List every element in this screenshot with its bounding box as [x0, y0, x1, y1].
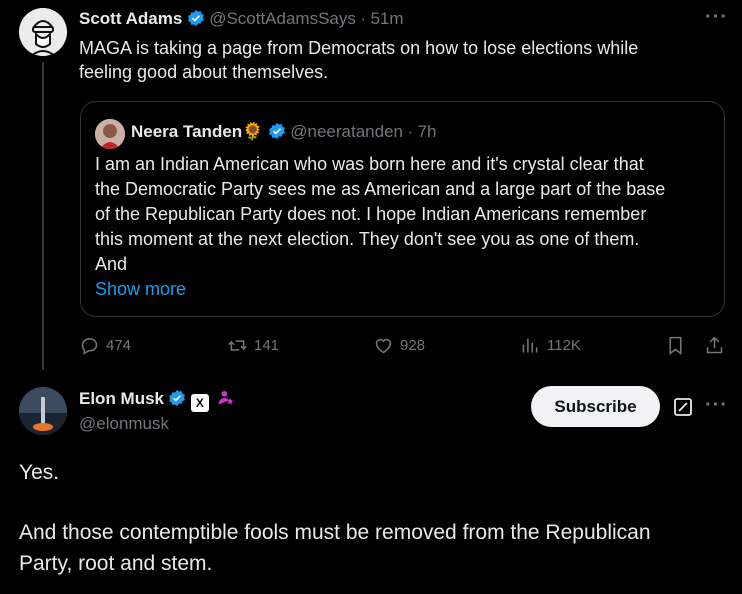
avatar-illustration	[19, 8, 67, 56]
show-more-link[interactable]: Show more	[95, 277, 715, 302]
views-icon	[522, 338, 538, 353]
verified-badge-icon	[169, 389, 186, 407]
bookmark-icon	[669, 336, 682, 355]
author-handle: @neeratanden	[290, 122, 403, 141]
share-button[interactable]	[704, 335, 725, 356]
quoted-text-line: the Democratic Party sees me as American…	[95, 179, 666, 199]
share-icon	[706, 336, 723, 354]
timestamp: 7h	[417, 122, 437, 141]
separator: ·	[360, 9, 367, 28]
verified-badge-icon	[268, 122, 285, 140]
more-icon[interactable]: ···	[705, 6, 728, 29]
author-name[interactable]: Elon Musk	[79, 389, 164, 408]
quoted-text-line: this moment at the next election. They d…	[95, 229, 640, 249]
tweet-text-line: feeling good about themselves.	[79, 62, 329, 82]
repost-count: 141	[254, 337, 280, 354]
tweet-text: MAGA is taking a page from Democrats on …	[79, 36, 719, 84]
author-handle[interactable]: @ScottAdamsSays	[209, 9, 356, 28]
x-affiliate-badge[interactable]: X	[190, 394, 209, 412]
like-button[interactable]: 928	[373, 335, 425, 356]
quoted-text-line: of the Republican Party does not. I hope…	[95, 204, 647, 224]
tweet-text-line	[19, 488, 729, 517]
subscriber-icon[interactable]	[217, 389, 235, 407]
repost-button[interactable]: 141	[227, 335, 279, 356]
quoted-tweet-header: Neera Tanden🌻 @neeratanden · 7h	[131, 122, 436, 142]
tweet-text-line: And those contemptible fools must be rem…	[19, 521, 651, 544]
like-count: 928	[400, 337, 426, 354]
avatar[interactable]	[19, 387, 67, 435]
separator: ·	[407, 122, 414, 141]
quoted-tweet-card[interactable]: Neera Tanden🌻 @neeratanden · 7h I am an …	[80, 101, 725, 317]
tweet-text-line: Party, root and stem.	[19, 552, 213, 575]
avatar-photo	[95, 119, 125, 149]
timestamp[interactable]: 51m	[370, 9, 403, 28]
reply-count: 474	[106, 337, 132, 354]
tweet-header: Scott Adams @ScottAdamsSays · 51m	[79, 9, 404, 29]
bookmark-button[interactable]	[665, 335, 686, 356]
avatar	[95, 119, 125, 149]
reply-icon	[81, 338, 98, 355]
reply-tweet-text: Yes. And those contemptible fools must b…	[19, 457, 729, 579]
tweet-text-line: MAGA is taking a page from Democrats on …	[79, 38, 639, 58]
author-name: Neera Tanden	[131, 122, 243, 141]
verified-badge-icon	[187, 9, 204, 27]
quoted-text-line: I am an Indian American who was born her…	[95, 154, 644, 174]
heart-icon	[375, 338, 392, 354]
avatar[interactable]	[19, 8, 67, 56]
more-icon[interactable]: ···	[705, 394, 728, 417]
avatar-photo	[19, 387, 67, 435]
views-button[interactable]: 112K	[520, 335, 581, 356]
reply-button[interactable]: 474	[79, 335, 131, 356]
quoted-text-line: And	[95, 254, 128, 274]
tweet-header: Elon Musk X	[79, 389, 235, 412]
subscribe-button[interactable]: Subscribe	[531, 386, 660, 427]
views-count: 112K	[547, 337, 581, 354]
grok-icon[interactable]	[672, 396, 694, 418]
tweet-text-line: Yes.	[19, 461, 60, 484]
sunflower-emoji: 🌻	[242, 122, 264, 141]
repost-icon	[228, 340, 247, 351]
quoted-tweet-text: I am an Indian American who was born her…	[95, 152, 715, 302]
author-handle[interactable]: @elonmusk	[79, 414, 169, 434]
author-name[interactable]: Scott Adams	[79, 9, 182, 28]
thread-connector	[42, 62, 44, 370]
